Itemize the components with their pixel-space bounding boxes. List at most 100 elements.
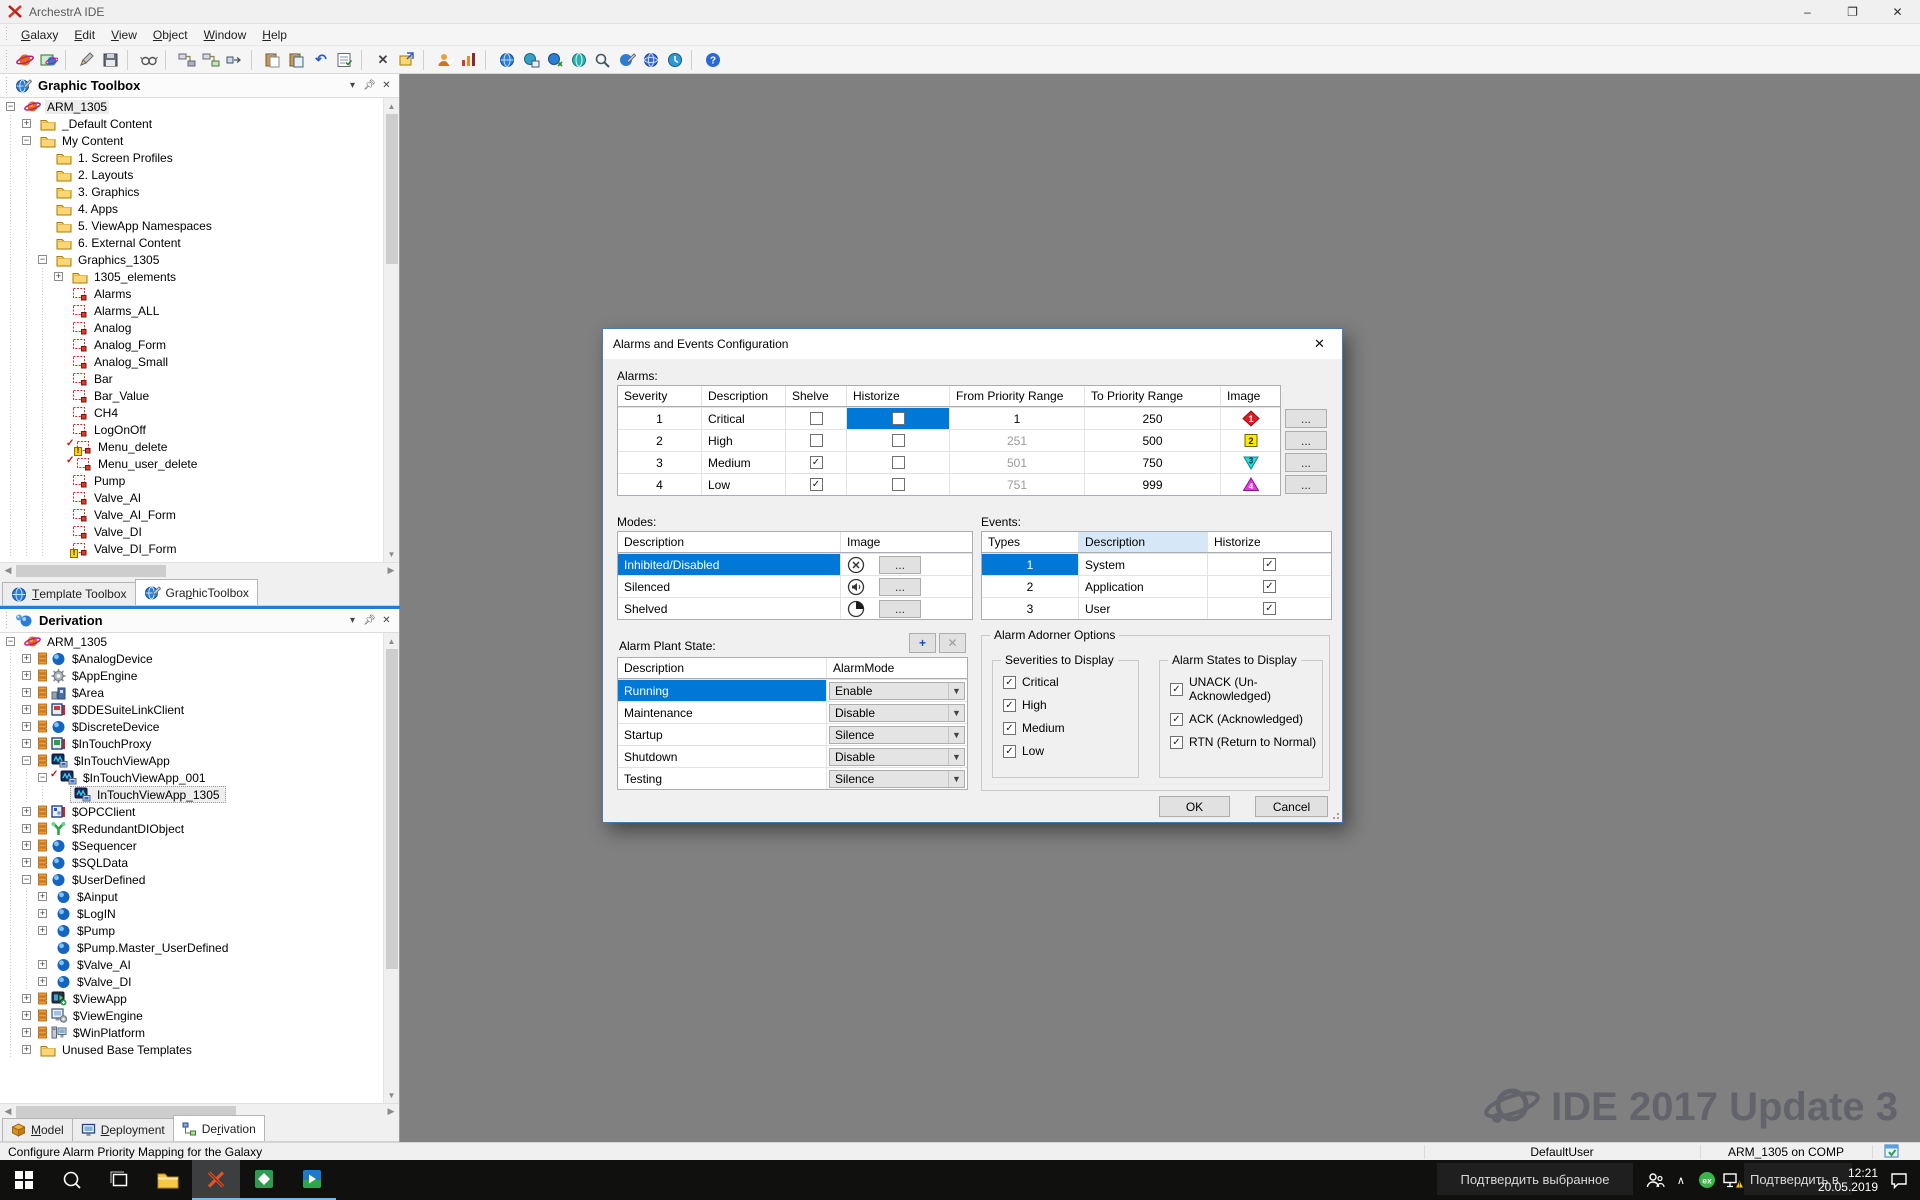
plant-state-row[interactable]: Running Enable▼ [618, 679, 967, 701]
action-center-icon[interactable] [1886, 1160, 1912, 1200]
derivation-vscrollbar[interactable]: ▲ ▼ [383, 633, 399, 1103]
tree-expander[interactable]: + [38, 973, 54, 990]
event-row[interactable]: 3 User ✓ [982, 597, 1331, 619]
panel-menu-icon[interactable]: ▾ [344, 77, 361, 94]
menu-view[interactable]: View [103, 26, 145, 44]
alarm-mode-select[interactable]: Disable▼ [829, 704, 965, 722]
tree-item[interactable]: +$ViewApp [0, 990, 399, 1007]
tree-item[interactable]: Valve_AI [0, 489, 399, 506]
tree-item[interactable]: +$AnalogDevice [0, 650, 399, 667]
tree-expander[interactable]: + [22, 837, 38, 854]
minimize-button[interactable]: – [1785, 0, 1830, 24]
pin-icon[interactable]: 📌︎ [361, 612, 378, 629]
dialog-close-icon[interactable]: ✕ [1297, 329, 1342, 358]
menu-help[interactable]: Help [254, 26, 295, 44]
graphic-editor-icon[interactable] [615, 48, 639, 72]
priority-map-icon[interactable] [457, 48, 481, 72]
tree-expander[interactable]: − [38, 251, 54, 268]
tree-expander[interactable]: + [22, 718, 38, 735]
checkbox[interactable]: ✓ [1003, 676, 1016, 689]
start-button[interactable] [0, 1160, 48, 1200]
checkbox[interactable]: ✓ [810, 478, 823, 491]
file-explorer-icon[interactable] [144, 1160, 192, 1200]
tree-item[interactable]: 3. Graphics [0, 183, 399, 200]
checkbox[interactable]: ✓ [1003, 745, 1016, 758]
tree-item[interactable]: Valve_AI_Form [0, 506, 399, 523]
tree-expander[interactable]: + [22, 803, 38, 820]
mode-row[interactable]: Silenced ... [618, 575, 972, 597]
tree-item[interactable]: InTouchViewApp_1305 [0, 786, 399, 803]
browse-image-button[interactable]: ... [879, 556, 921, 574]
tree-item[interactable]: +$AppEngine [0, 667, 399, 684]
derivation-view-icon[interactable] [543, 48, 567, 72]
undo-icon[interactable]: ↶ [309, 48, 333, 72]
tab-model[interactable]: Model [2, 1118, 73, 1141]
checkbox[interactable] [810, 434, 823, 447]
tree-item[interactable]: +$WinPlatform [0, 1024, 399, 1041]
tree-item[interactable]: 6. External Content [0, 234, 399, 251]
tree-expander[interactable]: − [6, 633, 22, 650]
option-checkbox-row[interactable]: ✓Low [1003, 744, 1138, 758]
find-object-icon[interactable] [591, 48, 615, 72]
graphic-toolbox-hscrollbar[interactable]: ◀ ▶ [0, 562, 399, 578]
checkbox[interactable]: ✓ [1003, 722, 1016, 735]
tree-item[interactable]: −$UserDefined [0, 871, 399, 888]
intouch-green-taskbar-icon[interactable] [240, 1160, 288, 1200]
tree-item[interactable]: Pump [0, 472, 399, 489]
browse-image-button[interactable]: ... [879, 578, 921, 596]
browse-image-button[interactable]: ... [1285, 409, 1327, 428]
maximize-button[interactable]: ❐ [1830, 0, 1875, 24]
web-browse-icon[interactable] [639, 48, 663, 72]
checkbox[interactable]: ✓ [1263, 558, 1276, 571]
alarm-row[interactable]: 2 High 251 500 2 [618, 429, 1280, 451]
tree-expander[interactable]: + [22, 735, 38, 752]
edit-icon[interactable] [75, 48, 99, 72]
tree-item[interactable]: ✓Menu_user_delete [0, 455, 399, 472]
convert-icon[interactable] [223, 48, 247, 72]
tab-template-toolbox[interactable]: Template Toolbox [2, 582, 136, 605]
option-checkbox-row[interactable]: ✓High [1003, 698, 1138, 712]
validate-icon[interactable] [137, 48, 161, 72]
clock[interactable]: 12:21 20.05.2019 [1810, 1166, 1886, 1194]
option-checkbox-row[interactable]: ✓Medium [1003, 721, 1138, 735]
people-icon[interactable] [1642, 1160, 1668, 1200]
tree-item[interactable]: 2. Layouts [0, 166, 399, 183]
option-checkbox-row[interactable]: ✓RTN (Return to Normal) [1170, 735, 1322, 749]
tree-item[interactable]: +$DiscreteDevice [0, 718, 399, 735]
mode-row[interactable]: Shelved ... [618, 597, 972, 619]
pin-icon[interactable]: 📌︎ [361, 77, 378, 94]
galaxy-open-icon[interactable] [37, 48, 61, 72]
checkbox[interactable] [892, 412, 905, 425]
delete-icon[interactable]: ✕ [371, 48, 395, 72]
delete-plant-state-button[interactable]: ✕ [939, 633, 966, 653]
checkbox[interactable] [892, 434, 905, 447]
tree-expander[interactable]: − [22, 871, 38, 888]
galaxy-new-icon[interactable] [13, 48, 37, 72]
tree-item[interactable]: !Valve_DI_Form [0, 540, 399, 557]
tree-item[interactable]: −ARM_1305 [0, 98, 399, 115]
tree-item[interactable]: 1. Screen Profiles [0, 149, 399, 166]
browse-image-button[interactable]: ... [879, 600, 921, 618]
menu-edit[interactable]: Edit [66, 26, 103, 44]
browse-image-button[interactable]: ... [1285, 475, 1327, 494]
tree-item[interactable]: −Graphics_1305 [0, 251, 399, 268]
tree-item[interactable]: Analog [0, 319, 399, 336]
checkbox[interactable]: ✓ [1170, 683, 1183, 696]
option-checkbox-row[interactable]: ✓Critical [1003, 675, 1138, 689]
tree-item[interactable]: Analog_Small [0, 353, 399, 370]
checkbox[interactable]: ✓ [1263, 580, 1276, 593]
tree-item[interactable]: +$ViewEngine [0, 1007, 399, 1024]
checkbox[interactable]: ✓ [1263, 602, 1276, 615]
tab-deployment[interactable]: Deployment [72, 1118, 174, 1141]
event-row[interactable]: 1 System ✓ [982, 553, 1331, 575]
tree-item[interactable]: Bar_Value [0, 387, 399, 404]
tab-graphictoolbox[interactable]: GraphicToolbox [135, 579, 258, 605]
deployment-view-icon[interactable] [519, 48, 543, 72]
archestra-ide-taskbar-icon[interactable] [192, 1160, 240, 1200]
tree-item[interactable]: +$Valve_DI [0, 973, 399, 990]
tree-expander[interactable]: + [22, 854, 38, 871]
tab-derivation[interactable]: Derivation [173, 1115, 265, 1141]
browse-image-button[interactable]: ... [1285, 453, 1327, 472]
cancel-button[interactable]: Cancel [1255, 796, 1328, 817]
menu-object[interactable]: Object [145, 26, 196, 44]
